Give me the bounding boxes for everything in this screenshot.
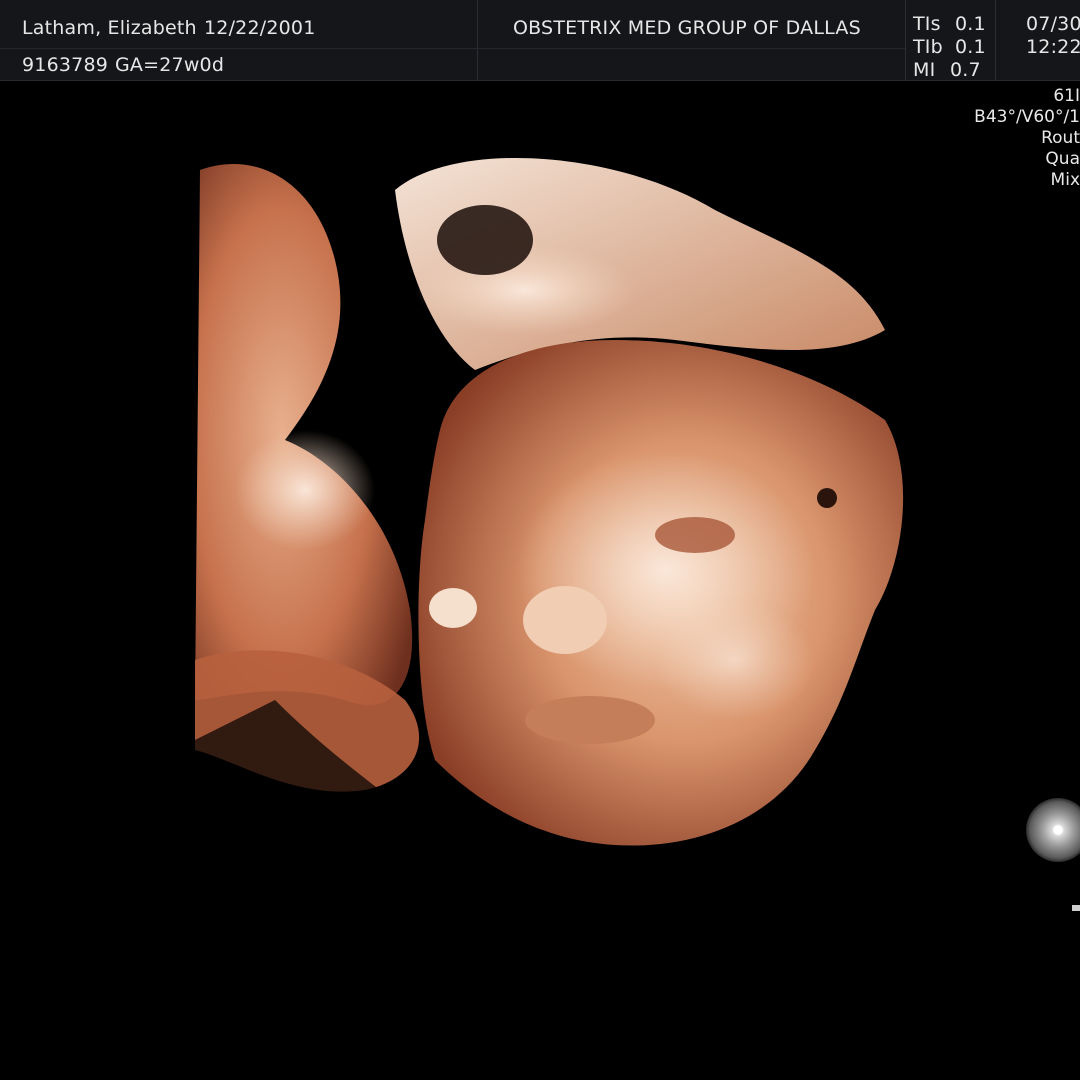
header-bar: Latham, Elizabeth 12/22/2001 9163789 GA=… <box>0 0 1080 81</box>
exam-date: 07/30 <box>1026 13 1080 35</box>
render-eye <box>817 488 837 508</box>
render-mouth <box>525 696 655 744</box>
render-highlight <box>655 600 815 720</box>
acquisition-line: Rout <box>1041 128 1080 148</box>
render-nose <box>523 586 607 654</box>
fetal-face-render <box>195 157 904 855</box>
patient-birth-date: 12/22/2001 <box>204 17 316 39</box>
header-divider <box>995 0 996 80</box>
header-row-divider <box>0 48 905 49</box>
acquisition-line: Mix <box>1050 170 1080 190</box>
scale-marker <box>1072 905 1080 911</box>
render-eye <box>655 517 735 553</box>
acquisition-line: Qua <box>1045 149 1080 169</box>
header-divider <box>477 0 478 80</box>
header-divider <box>905 0 906 80</box>
mi-value: 0.7 <box>950 59 981 81</box>
tib-value: 0.1 <box>955 36 986 58</box>
render-cheek-highlight <box>429 588 477 628</box>
gestational-age: GA=27w0d <box>115 54 225 76</box>
institution-name: OBSTETRIX MED GROUP OF DALLAS <box>513 17 861 39</box>
render-dark-cavity <box>437 205 533 275</box>
ultrasound-3d-render <box>195 140 915 855</box>
tis-label: TIs <box>913 13 941 35</box>
patient-name: Latham, Elizabeth <box>22 17 197 39</box>
exam-time: 12:22: <box>1026 36 1080 58</box>
acquisition-parameters: 61I B43°/V60°/1 Rout Qua Mix <box>974 86 1080 191</box>
mi-label: MI <box>913 59 936 81</box>
tis-value: 0.1 <box>955 13 986 35</box>
render-highlight <box>235 430 375 550</box>
patient-id: 9163789 <box>22 54 109 76</box>
acquisition-line: B43°/V60°/1 <box>974 107 1080 127</box>
acquisition-line: 61I <box>1053 86 1080 106</box>
orientation-ball-icon[interactable] <box>1026 798 1080 862</box>
tib-label: TIb <box>913 36 943 58</box>
